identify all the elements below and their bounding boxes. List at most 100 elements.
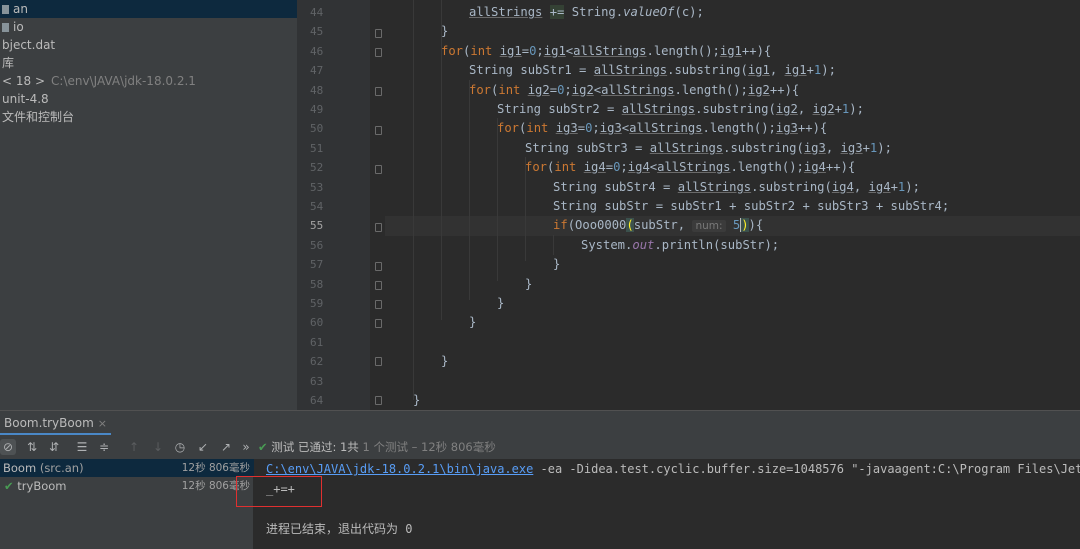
jdk-path: C:\env\JAVA\jdk-18.0.2.1	[51, 74, 196, 88]
indent-guide	[497, 118, 498, 281]
fold-marker[interactable]	[375, 357, 382, 366]
project-row-io[interactable]: io	[0, 18, 297, 36]
code-line-54: String subStr = subStr1 + subStr2 + subS…	[553, 199, 950, 213]
history-icon[interactable]: ◷	[172, 439, 188, 455]
test-node-tryboom[interactable]: ✔ tryBoom 12秒 806毫秒	[0, 477, 254, 495]
console-command-line: C:\env\JAVA\jdk-18.0.2.1\bin\java.exe -e…	[266, 462, 1080, 476]
check-icon: ✔	[258, 440, 268, 454]
sort-duration-icon[interactable]: ⇵	[46, 439, 62, 455]
status-prefix: 测试	[271, 440, 295, 454]
fold-marker[interactable]	[375, 281, 382, 290]
code-line-52: for(int ig4=0;ig4<allStrings.length();ig…	[525, 160, 856, 175]
line-number: 49	[310, 103, 324, 116]
command-args: -ea -Didea.test.cyclic.buffer.size=10485…	[533, 462, 1080, 476]
console-output[interactable]: C:\env\JAVA\jdk-18.0.2.1\bin\java.exe -e…	[254, 459, 1080, 549]
arrow-down-icon[interactable]: ↓	[150, 439, 166, 455]
folder-icon	[2, 5, 9, 14]
expand-all-icon[interactable]: ☰	[74, 439, 90, 455]
test-duration: 12秒 806毫秒	[181, 462, 250, 474]
fold-marker[interactable]	[375, 319, 382, 328]
import-tests-icon[interactable]: ↙	[195, 439, 211, 455]
code-line-58: }	[525, 276, 533, 291]
sort-alpha-icon[interactable]: ⇅	[24, 439, 40, 455]
java-exe-link[interactable]: C:\env\JAVA\jdk-18.0.2.1\bin\java.exe	[266, 462, 533, 476]
code-line-49: String subStr2 = allStrings.substring(ig…	[497, 102, 864, 116]
run-toolbar: ⊘ ⇅ ⇵ ☰ ≑ ↑ ↓ ◷ ↙ ↗ » ✔ 测试 已通过: 1共 1 个测试…	[0, 435, 1080, 459]
line-number: 48	[310, 83, 324, 97]
export-tests-icon[interactable]: ↗	[218, 439, 234, 455]
line-number: 61	[310, 335, 324, 349]
project-row-label: 库	[2, 56, 15, 70]
test-node-label: Boom	[3, 461, 37, 475]
status-rest: 1 个测试 – 12秒 806毫秒	[362, 440, 496, 454]
stop-icon[interactable]: ⊘	[0, 439, 16, 455]
line-number: 51	[310, 141, 324, 155]
line-number: 44	[310, 6, 324, 19]
collapse-all-icon[interactable]: ≑	[96, 439, 112, 455]
line-number: 56	[310, 238, 324, 252]
project-row-an[interactable]: an	[0, 0, 297, 18]
code-line-48: for(int ig2=0;ig2<allStrings.length();ig…	[469, 82, 800, 97]
line-number: 62	[310, 355, 324, 369]
code-line-47: String subStr1 = allStrings.substring(ig…	[469, 63, 836, 78]
code-line-46: for(int ig1=0;ig1<allStrings.length();ig…	[441, 43, 772, 58]
fold-marker[interactable]	[375, 262, 382, 271]
fold-marker[interactable]	[375, 126, 382, 135]
fold-marker[interactable]	[375, 300, 382, 309]
project-row-junit[interactable]: unit-4.8	[0, 90, 297, 108]
code-line-55: if(Ooo0000(subStr, num: 5)){	[553, 218, 764, 233]
folder-icon	[2, 23, 9, 32]
run-tab-label: Boom.tryBoom	[4, 416, 94, 430]
code-line-60: }	[469, 315, 477, 330]
project-row-label: bject.dat	[2, 38, 56, 52]
fold-marker[interactable]	[375, 165, 382, 174]
project-tree-panel: an io bject.dat 库 < 18 > C:\env\JAVA\jdk-…	[0, 0, 297, 410]
more-icon[interactable]: »	[238, 439, 254, 455]
code-line-64: }	[413, 393, 421, 407]
test-node-package: (src.an)	[39, 461, 84, 475]
indent-guide	[413, 0, 414, 400]
code-line-62: }	[441, 354, 449, 369]
code-line-44: allStrings += String.valueOf(c);	[469, 5, 704, 19]
inlay-hint: num:	[692, 220, 726, 233]
code-line-45: }	[441, 24, 449, 39]
check-icon: ✔	[4, 479, 14, 493]
code-line-50: for(int ig3=0;ig3<allStrings.length();ig…	[497, 121, 828, 136]
project-row-label: an	[13, 2, 28, 16]
close-icon[interactable]: ×	[98, 417, 107, 430]
line-number: 55	[310, 219, 324, 233]
indent-guide	[553, 235, 554, 255]
fold-marker[interactable]	[375, 87, 382, 96]
fold-marker[interactable]	[375, 48, 382, 57]
project-row-label: < 18 >	[2, 74, 46, 88]
fold-marker[interactable]	[375, 29, 382, 38]
code-line-57: }	[553, 257, 561, 272]
project-row-label: 文件和控制台	[2, 110, 75, 124]
highlight-box	[236, 476, 322, 507]
line-number: 53	[310, 180, 324, 194]
project-row-object-dat[interactable]: bject.dat	[0, 36, 297, 54]
code-line-59: }	[497, 296, 505, 310]
line-number: 59	[310, 297, 324, 310]
line-number: 60	[310, 316, 324, 330]
project-row-jdk[interactable]: < 18 > C:\env\JAVA\jdk-18.0.2.1	[0, 72, 297, 90]
run-tab[interactable]: Boom.tryBoom ×	[0, 411, 111, 435]
console-exit-line: 进程已结束，退出代码为 0	[266, 522, 413, 536]
line-number: 58	[310, 277, 324, 291]
code-line-51: String subStr3 = allStrings.substring(ig…	[525, 140, 892, 155]
arrow-up-icon[interactable]: ↑	[126, 439, 142, 455]
test-tree: Boom (src.an) 12秒 806毫秒 ✔ tryBoom 12秒 80…	[0, 459, 254, 549]
fold-marker[interactable]	[375, 396, 382, 405]
line-number: 45	[310, 25, 324, 39]
line-number: 47	[310, 64, 324, 78]
project-row-libraries[interactable]: 库	[0, 54, 297, 72]
project-row-label: unit-4.8	[2, 92, 49, 106]
line-number: 63	[310, 374, 324, 388]
test-status: ✔ 测试 已通过: 1共 1 个测试 – 12秒 806毫秒	[258, 439, 496, 455]
project-row-scratches[interactable]: 文件和控制台	[0, 108, 297, 126]
line-number: 57	[310, 258, 324, 272]
test-node-boom[interactable]: Boom (src.an) 12秒 806毫秒	[0, 459, 254, 477]
fold-marker[interactable]	[375, 223, 382, 232]
line-number: 64	[310, 394, 324, 407]
line-number: 54	[310, 200, 324, 213]
